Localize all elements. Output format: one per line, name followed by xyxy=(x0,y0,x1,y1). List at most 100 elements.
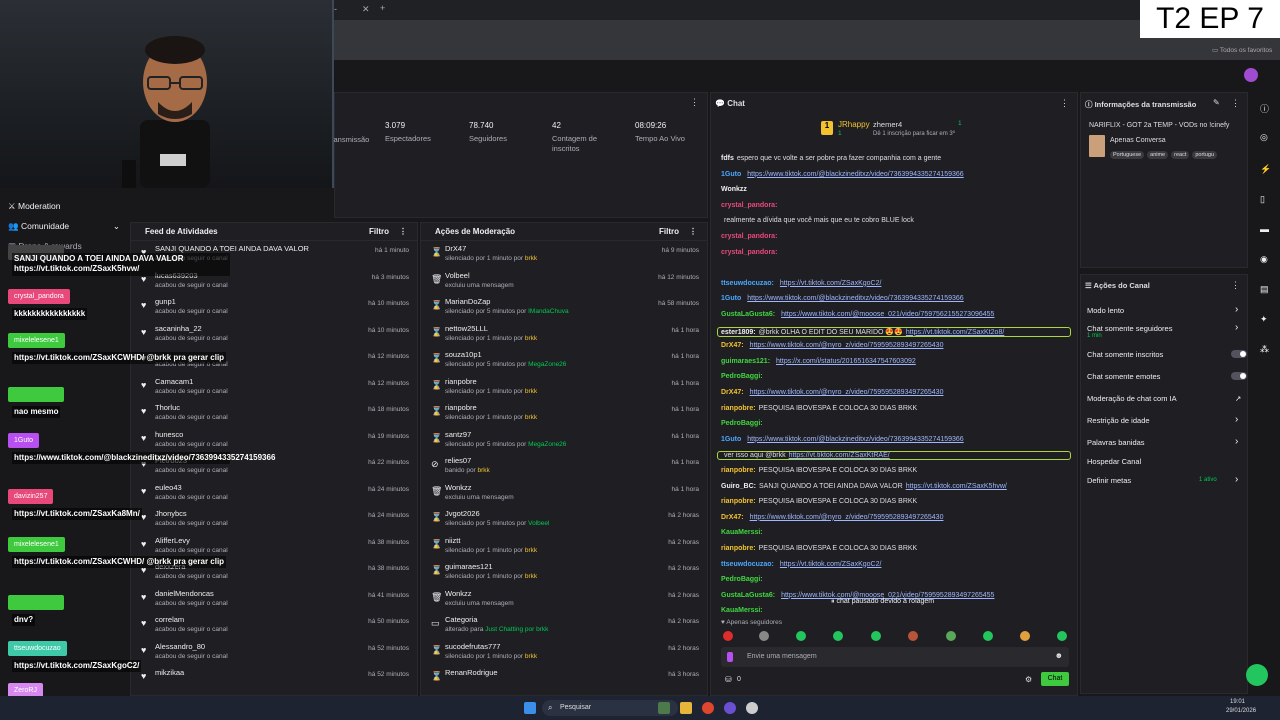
moderation-row[interactable]: 🗑 Wonkzz excluiu uma mensagem há 2 horas xyxy=(421,586,707,613)
chat-message[interactable]: GustaLaGusta6: https://www.tiktok.com/@mo… xyxy=(721,311,994,318)
tag[interactable]: portugu xyxy=(1192,151,1218,159)
folder-icon[interactable] xyxy=(680,702,692,714)
chat-username[interactable]: PedroBaggi: xyxy=(721,420,763,427)
more-icon[interactable]: ⋮ xyxy=(1231,98,1240,109)
chat-username[interactable]: rianpobre: xyxy=(721,498,756,505)
moderation-target[interactable]: rianpobre xyxy=(445,403,477,412)
chat-message[interactable]: ester1809: @brkk OLHA O EDIT DO SEU MARID… xyxy=(717,326,1071,337)
moderation-row[interactable]: 🗑 Wonkzz excluiu uma mensagem há 1 hora xyxy=(421,480,707,507)
chat-link[interactable]: https://www.tiktok.com/@blackzineditxz/v… xyxy=(747,295,963,302)
chat-username[interactable]: Guiro_BC: xyxy=(721,483,756,490)
emote-icon[interactable] xyxy=(759,631,769,641)
top-gifter-name[interactable]: JRhappy xyxy=(838,120,870,129)
chat-message[interactable]: KauaMerssi: xyxy=(721,607,769,614)
task-view-icon[interactable] xyxy=(658,702,670,714)
chat-link[interactable]: https://vt.tiktok.com/ZSaxK5hvw/ xyxy=(906,483,1007,490)
channel-action[interactable]: Moderação de chat com IA ↗ xyxy=(1087,394,1247,403)
broadcast-icon[interactable]: ◉ xyxy=(1260,254,1268,265)
chat-username[interactable]: ttseuwdocuzao: xyxy=(721,561,774,568)
chat-username[interactable]: 1Guto xyxy=(721,295,741,302)
moderation-target[interactable]: DrX47 xyxy=(445,244,466,253)
avatar[interactable] xyxy=(1244,68,1258,82)
chat-username[interactable]: rianpobre: xyxy=(721,467,756,474)
chat-message[interactable]: guimaraes121: https://x.com/i/status/2016… xyxy=(721,358,916,365)
chat-username[interactable]: KauaMerssi: xyxy=(721,607,763,614)
chat-username[interactable]: ttseuwdocuzao: xyxy=(721,280,774,287)
chat-username[interactable]: DrX47: xyxy=(721,514,744,521)
chat-username[interactable]: crystal_pandora: xyxy=(721,249,777,256)
windows-start-icon[interactable] xyxy=(524,702,536,714)
moderator-name[interactable]: Volbeel xyxy=(528,520,549,527)
moderation-row[interactable]: ⌛ rianpobre silenciado por 1 minuto por br… xyxy=(421,400,707,427)
tool-icon[interactable]: ✦ xyxy=(1260,314,1268,325)
chat-message[interactable]: Wonkzz xyxy=(721,186,753,193)
points-icon[interactable]: ⛁ xyxy=(725,675,732,684)
chat-message[interactable]: PedroBaggi: xyxy=(721,420,769,427)
mic-icon[interactable] xyxy=(727,652,733,662)
chat-message[interactable]: DrX47: https://www.tiktok.com/@nyro_z/vid… xyxy=(721,389,943,396)
channel-action[interactable]: Hospedar Canal xyxy=(1087,457,1247,466)
moderator-name[interactable]: MegaZone26 xyxy=(528,361,566,368)
channel-action[interactable]: Chat somente seguidores 1 min › xyxy=(1087,322,1247,339)
channel-action[interactable]: Palavras banidas › xyxy=(1087,436,1247,447)
emote-icon[interactable] xyxy=(796,631,806,641)
chat-message[interactable] xyxy=(721,264,727,271)
tag[interactable]: react xyxy=(1171,151,1190,159)
chat-message[interactable]: DrX47: https://www.tiktok.com/@nyro_z/vid… xyxy=(721,342,943,349)
moderation-row[interactable]: ⌛ niiztt silenciado por 1 minuto por brkk h… xyxy=(421,533,707,560)
chat-message[interactable]: PedroBaggi: xyxy=(721,576,769,583)
chat-message[interactable]: DrX47: https://www.tiktok.com/@nyro_z/vid… xyxy=(721,514,943,521)
emote-icon[interactable] xyxy=(1020,631,1030,641)
moderator-name[interactable]: brkk xyxy=(525,414,537,421)
moderation-target[interactable]: nettow25LLL xyxy=(445,324,488,333)
chat-username[interactable]: fdfs xyxy=(721,155,734,162)
chat-username[interactable]: DrX47: xyxy=(721,389,744,396)
new-tab-icon[interactable]: + xyxy=(380,3,385,13)
moderation-target[interactable]: RenanRodrigue xyxy=(445,668,498,677)
chat-input[interactable]: Envie uma mensagem xyxy=(747,653,817,660)
edit-icon[interactable]: ✎ xyxy=(1213,98,1220,107)
moderator-name[interactable]: brkk xyxy=(525,335,537,342)
chat-username[interactable]: GustaLaGusta6: xyxy=(721,311,775,318)
chat-link[interactable]: https://vt.tiktok.com/ZSaxKgoC2/ xyxy=(780,280,882,287)
close-tab-icon[interactable]: ✕ xyxy=(362,4,370,15)
emote-icon[interactable] xyxy=(983,631,993,641)
info-icon[interactable]: ⓘ xyxy=(1260,102,1269,115)
moderation-row[interactable]: ⌛ sucodefrutas777 silenciado por 1 minuto … xyxy=(421,639,707,666)
chat-username[interactable]: PedroBaggi: xyxy=(721,576,763,583)
moderation-target[interactable]: MarianDoZap xyxy=(445,297,490,306)
apps-icon[interactable]: ⁂ xyxy=(1260,344,1269,355)
chat-message[interactable]: ttseuwdocuzao: https://vt.tiktok.com/ZSax… xyxy=(721,280,881,287)
channel-action[interactable]: Restrição de idade › xyxy=(1087,414,1247,425)
chat-link[interactable]: https://www.tiktok.com/@nyro_z/video/759… xyxy=(750,342,944,349)
chat-bubble-icon[interactable]: ▬ xyxy=(1260,224,1269,234)
chat-message[interactable]: ver isso aqui @brkk https://vt.tiktok.com… xyxy=(717,451,1071,461)
chat-link[interactable]: https://www.tiktok.com/@nyro_z/video/759… xyxy=(750,389,944,396)
moderator-name[interactable]: Just Chatting por brkk xyxy=(485,626,548,633)
chat-username[interactable]: crystal_pandora: xyxy=(721,202,777,209)
moderation-row[interactable]: ⌛ santz97 silenciado por 5 minutos por Meg… xyxy=(421,427,707,454)
moderator-name[interactable]: brkk xyxy=(525,653,537,660)
chat-link[interactable]: https://www.tiktok.com/@nyro_z/video/759… xyxy=(750,514,944,521)
top-gifter-2-name[interactable]: zhemer4 xyxy=(873,120,902,129)
moderation-target[interactable]: Wonkzz xyxy=(445,589,472,598)
moderation-target[interactable]: niiztt xyxy=(445,536,460,545)
send-chat-button[interactable]: Chat xyxy=(1041,672,1069,686)
moderation-row[interactable]: ⌛ MarianDoZap silenciado por 5 minutos por… xyxy=(421,294,707,321)
discord-icon[interactable] xyxy=(724,702,736,714)
chat-link[interactable]: https://vt.tiktok.com/ZSaxKtRAE/ xyxy=(789,452,890,459)
moderator-name[interactable]: MegaZone26 xyxy=(528,441,566,448)
more-icon[interactable]: ⋮ xyxy=(689,223,697,241)
channel-action[interactable]: Chat somente emotes xyxy=(1087,372,1247,381)
channel-action[interactable]: Chat somente inscritos xyxy=(1087,350,1247,359)
emote-icon[interactable] xyxy=(723,631,733,641)
moderation-row[interactable]: 🗑 Volbeel excluiu uma mensagem há 12 minuto… xyxy=(421,268,707,295)
chat-username[interactable]: Wonkzz xyxy=(721,186,747,193)
gear-icon[interactable]: ⚙ xyxy=(1025,675,1032,684)
moderation-target[interactable]: guimaraes121 xyxy=(445,562,493,571)
chat-link[interactable]: https://www.tiktok.com/@mooose_021/video… xyxy=(781,311,994,318)
chat-paused-notice[interactable]: ⏸ chat pausado devido à rolagem xyxy=(831,598,934,606)
filter-button[interactable]: Filtro xyxy=(369,223,389,241)
moderator-name[interactable]: brkk xyxy=(478,467,490,474)
moderator-name[interactable]: brkk xyxy=(525,255,537,262)
